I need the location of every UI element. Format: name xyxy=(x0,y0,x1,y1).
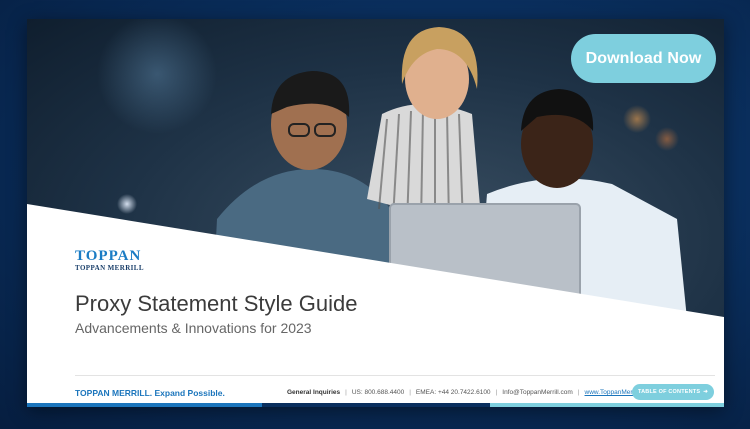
separator: | xyxy=(577,389,580,396)
separator: | xyxy=(345,389,347,396)
logo-main-text: TOPPAN xyxy=(75,248,142,264)
footer-divider xyxy=(75,375,715,376)
emea-phone: EMEA: +44 20.7422.6100 xyxy=(415,389,491,396)
document-title: Proxy Statement Style Guide xyxy=(75,291,358,316)
arrow-right-icon: ➜ xyxy=(703,389,709,395)
general-inquiries-label: General Inquiries xyxy=(287,389,341,396)
contact-email[interactable]: Info@ToppanMerrill.com xyxy=(502,389,573,396)
footer-contact-info: General Inquiries | US: 800.688.4400 | E… xyxy=(287,389,653,396)
download-now-button[interactable]: Download Now xyxy=(571,34,716,83)
footer-tagline: TOPPAN MERRILL. Expand Possible. xyxy=(75,388,225,398)
flyer-card: Download Now TOPPAN TOPPAN MERRILL Proxy… xyxy=(27,19,724,407)
separator: | xyxy=(495,389,498,396)
document-subtitle: Advancements & Innovations for 2023 xyxy=(75,320,312,336)
table-of-contents-button[interactable]: TABLE OF CONTENTS ➜ xyxy=(632,384,714,400)
toc-button-label: TABLE OF CONTENTS xyxy=(637,389,701,395)
us-phone: US: 800.688.4400 xyxy=(351,389,405,396)
separator: | xyxy=(409,389,411,396)
toppan-logo: TOPPAN TOPPAN MERRILL xyxy=(75,249,144,273)
logo-sub-text: TOPPAN MERRILL xyxy=(75,264,144,272)
bottom-accent-bar xyxy=(27,403,724,407)
